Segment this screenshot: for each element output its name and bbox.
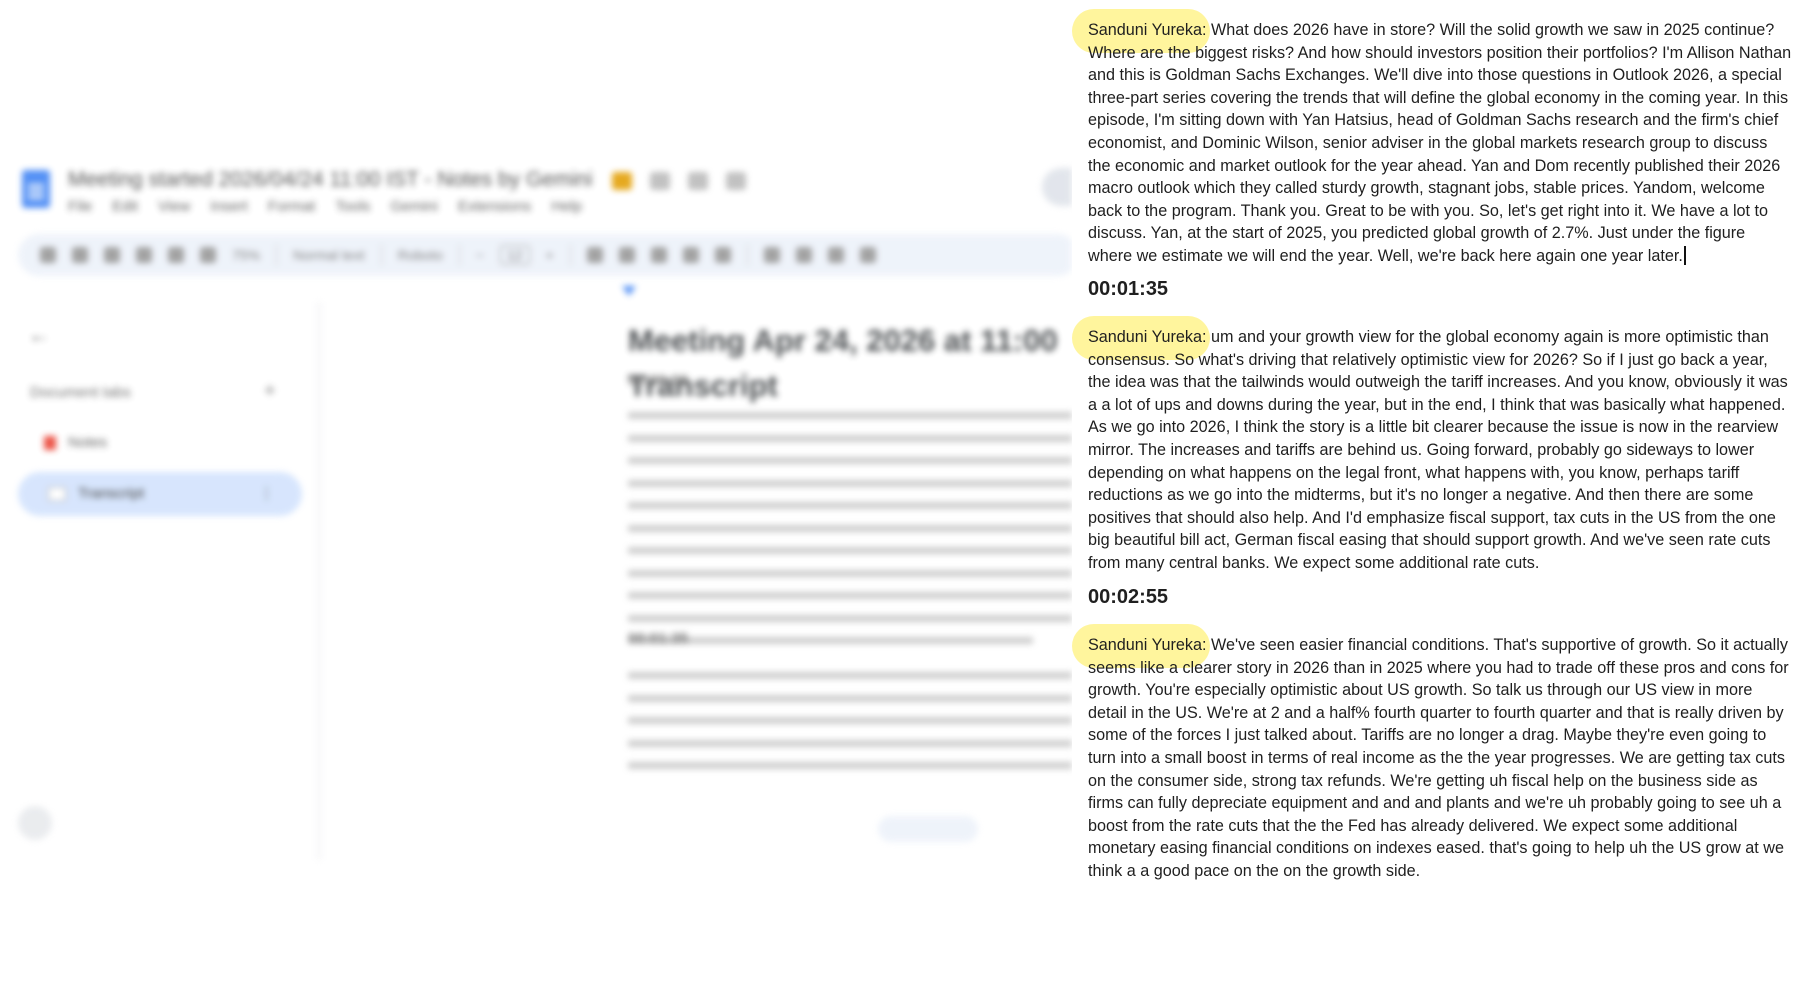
toolbar-divider [746,244,748,266]
align-icon[interactable] [859,247,876,263]
spellcheck-icon[interactable] [168,247,184,263]
segment-text[interactable]: What does 2026 have in store? Will the s… [1088,21,1791,265]
menu-format[interactable]: Format [268,198,316,215]
font-size-input[interactable]: 12 [499,245,530,265]
menu-view[interactable]: View [158,198,190,215]
menu-insert[interactable]: Insert [210,198,248,215]
paragraph-style-select[interactable]: Normal text [293,247,365,263]
notes-tab-icon [44,436,56,451]
highlight-icon[interactable] [714,247,731,263]
search-menus-icon[interactable] [40,247,56,263]
document-timestamp: 00:00:00 [628,372,689,389]
star-icon[interactable] [650,172,670,190]
show-outline-icon[interactable] [18,806,52,840]
floating-chip[interactable] [878,816,978,842]
menu-gemini[interactable]: Gemini [390,198,438,215]
menu-extensions[interactable]: Extensions [458,198,531,215]
document-title[interactable]: Meeting started 2026/04/24 11:00 IST - N… [68,168,593,192]
sidebar-tab-label: Transcript [78,485,145,502]
speaker-label: Sanduni Yureka: [1072,316,1211,360]
sidebar-tab-transcript[interactable]: Transcript ⋮ [18,472,302,516]
segment-paragraph: Sanduni Yureka: What does 2026 have in s… [1072,9,1792,268]
decrease-font-icon[interactable]: − [476,247,484,263]
italic-icon[interactable] [618,247,635,263]
segment-paragraph: Sanduni Yureka: um and your growth view … [1072,316,1792,575]
document-paragraph [628,672,1072,785]
add-tab-icon[interactable]: + [264,380,276,403]
segment-timestamp: 00:01:35 [1088,278,1169,300]
add-comment-icon[interactable] [795,247,812,263]
increase-font-icon[interactable]: + [546,247,554,263]
toolbar-divider [458,244,460,266]
gemini-badge-icon[interactable] [612,172,632,190]
sidebar-divider [318,302,320,860]
underline-icon[interactable] [650,247,667,263]
transcript-tab-icon [48,487,66,502]
title-icons [612,172,746,190]
transcript-panel: Sanduni Yureka: What does 2026 have in s… [1072,0,1807,999]
docs-logo-icon[interactable] [22,170,50,208]
segment-timestamp: 00:02:55 [1088,586,1169,608]
more-options-icon[interactable]: ⋮ [259,484,274,502]
transcript-segment: Sanduni Yureka: What does 2026 have in s… [1072,9,1792,268]
move-folder-icon[interactable] [688,172,708,190]
transcript-segment: Sanduni Yureka: We've seen easier financ… [1072,624,1792,883]
sidebar-tab-notes[interactable]: Notes [44,434,107,451]
menu-file[interactable]: File [68,198,92,215]
insert-image-icon[interactable] [827,247,844,263]
paint-format-icon[interactable] [200,247,216,263]
document-heading-line2: Transcript [628,368,778,403]
docs-title-bar: Meeting started 2026/04/24 11:00 IST - N… [0,150,1072,220]
menu-help[interactable]: Help [551,198,582,215]
speaker-name-text: Sanduni Yureka: [1088,21,1207,39]
document-heading-line1: Meeting Apr 24, 2026 at 11:00 [628,323,1058,358]
back-arrow-icon[interactable]: ← [28,322,50,348]
document-tabs-label: Document tabs [30,384,131,401]
menu-tools[interactable]: Tools [335,198,370,215]
zoom-select[interactable]: 75% [232,247,260,263]
document-timestamp: 00:01:35 [628,630,689,647]
toolbar-divider [276,244,278,266]
speaker-label: Sanduni Yureka: [1072,624,1211,668]
speaker-name-text: Sanduni Yureka: [1088,328,1207,346]
history-button[interactable] [1042,168,1072,206]
cloud-status-icon[interactable] [726,172,746,190]
segment-text[interactable]: We've seen easier financial conditions. … [1088,636,1789,880]
transcript-segment: Sanduni Yureka: um and your growth view … [1072,316,1792,575]
google-docs-window: Meeting started 2026/04/24 11:00 IST - N… [0,150,1072,860]
text-cursor [1683,245,1686,265]
segment-text[interactable]: um and your growth view for the global e… [1088,328,1788,572]
segment-paragraph: Sanduni Yureka: We've seen easier financ… [1072,624,1792,883]
print-icon[interactable] [136,247,152,263]
font-select[interactable]: Roboto [398,247,443,263]
toolbar-divider [380,244,382,266]
bold-icon[interactable] [586,247,603,263]
speaker-label: Sanduni Yureka: [1072,9,1211,53]
menu-edit[interactable]: Edit [112,198,138,215]
speaker-name-text: Sanduni Yureka: [1088,636,1207,654]
insert-link-icon[interactable] [763,247,780,263]
text-color-icon[interactable] [682,247,699,263]
document-heading: Meeting Apr 24, 2026 at 11:00 Transcript [628,318,1058,408]
sidebar-tab-label: Notes [68,434,108,451]
ruler-indent-marker[interactable] [622,286,636,296]
formatting-toolbar: 75% Normal text Roboto − 12 + [18,234,1072,276]
undo-icon[interactable] [72,247,88,263]
menu-bar: File Edit View Insert Format Tools Gemin… [68,198,582,215]
document-paragraph [628,412,1072,660]
toolbar-divider [569,244,571,266]
redo-icon[interactable] [104,247,120,263]
